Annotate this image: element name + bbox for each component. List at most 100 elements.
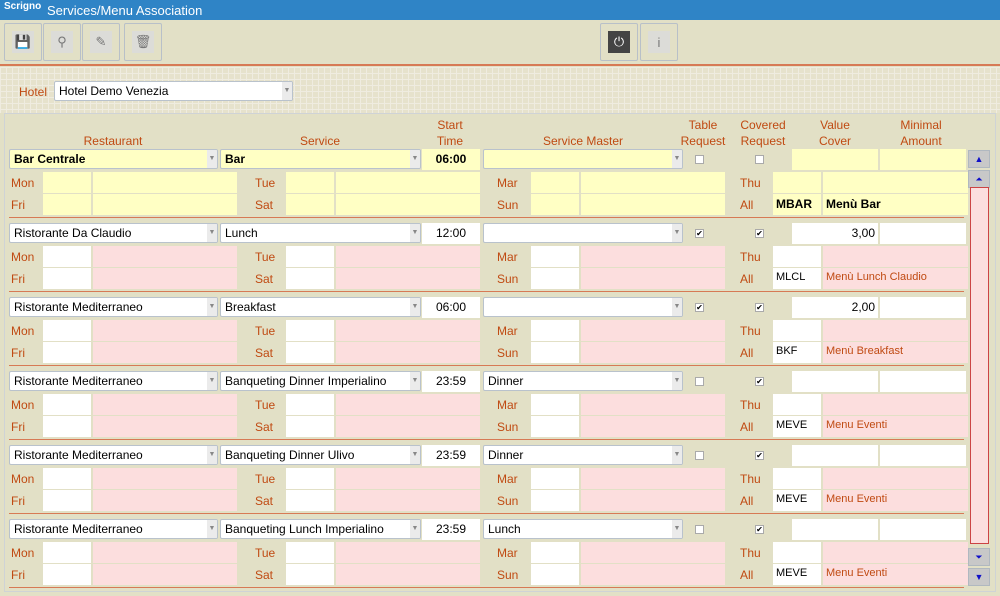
day-menu-sat[interactable] [336, 490, 480, 511]
day-code-sat[interactable] [286, 490, 334, 511]
day-menu-mar[interactable] [581, 394, 725, 415]
table-request-checkbox[interactable] [695, 155, 704, 164]
scroll-first-button[interactable]: ▲ [968, 150, 990, 168]
power-button[interactable]: ⏻ [600, 23, 638, 61]
day-code-mar[interactable] [531, 246, 579, 267]
day-menu-mon[interactable] [93, 172, 237, 193]
covered-request-checkbox[interactable]: ✔ [755, 451, 764, 460]
day-code-fri[interactable] [43, 416, 91, 437]
day-menu-thu[interactable] [823, 172, 968, 193]
master-select[interactable]: ▼ [483, 149, 683, 169]
day-menu-mar[interactable] [581, 320, 725, 341]
day-code-mar[interactable] [531, 468, 579, 489]
value-cover-field[interactable] [792, 519, 878, 540]
restaurant-select[interactable]: Ristorante Mediterraneo ▼ [9, 371, 218, 391]
start-time-field[interactable]: 06:00 [422, 297, 480, 318]
day-code-mon[interactable] [43, 468, 91, 489]
day-code-fri[interactable] [43, 194, 91, 215]
day-menu-sun[interactable] [581, 194, 725, 215]
day-menu-all[interactable]: Menu Eventi [823, 416, 968, 437]
day-menu-sun[interactable] [581, 416, 725, 437]
day-menu-thu[interactable] [823, 394, 968, 415]
day-code-tue[interactable] [286, 542, 334, 563]
day-code-mon[interactable] [43, 320, 91, 341]
day-code-all[interactable]: BKF [773, 342, 821, 363]
day-menu-tue[interactable] [336, 542, 480, 563]
day-menu-tue[interactable] [336, 172, 480, 193]
edit-button[interactable]: ✎ [82, 23, 120, 61]
day-code-mon[interactable] [43, 394, 91, 415]
info-button[interactable]: i [640, 23, 678, 61]
day-code-sun[interactable] [531, 268, 579, 289]
scroll-last-button[interactable]: ▼ [968, 568, 990, 586]
scroll-page-down-button[interactable]: ⏷ [968, 548, 990, 566]
scrollbar-track[interactable] [970, 187, 989, 544]
day-code-sat[interactable] [286, 194, 334, 215]
day-code-sat[interactable] [286, 416, 334, 437]
day-code-mon[interactable] [43, 246, 91, 267]
day-menu-fri[interactable] [93, 342, 237, 363]
start-time-field[interactable]: 06:00 [422, 149, 480, 170]
day-code-thu[interactable] [773, 320, 821, 341]
value-cover-field[interactable] [792, 445, 878, 466]
day-menu-mon[interactable] [93, 246, 237, 267]
day-code-fri[interactable] [43, 564, 91, 585]
service-select[interactable]: Banqueting Dinner Imperialino ▼ [220, 371, 421, 391]
day-menu-thu[interactable] [823, 320, 968, 341]
start-time-field[interactable]: 12:00 [422, 223, 480, 244]
day-menu-mon[interactable] [93, 394, 237, 415]
save-button[interactable]: 💾 [4, 23, 42, 61]
day-code-thu[interactable] [773, 542, 821, 563]
day-code-thu[interactable] [773, 246, 821, 267]
day-menu-mon[interactable] [93, 468, 237, 489]
day-menu-mar[interactable] [581, 542, 725, 563]
covered-request-checkbox[interactable]: ✔ [755, 303, 764, 312]
master-select[interactable]: Dinner ▼ [483, 445, 683, 465]
value-cover-field[interactable]: 3,00 [792, 223, 878, 244]
day-code-fri[interactable] [43, 342, 91, 363]
value-cover-field[interactable]: 2,00 [792, 297, 878, 318]
day-menu-all[interactable]: Menù Bar [823, 194, 968, 215]
day-code-all[interactable]: MEVE [773, 564, 821, 585]
day-code-mar[interactable] [531, 394, 579, 415]
day-menu-fri[interactable] [93, 194, 237, 215]
table-request-checkbox[interactable]: ✔ [695, 303, 704, 312]
service-select[interactable]: Breakfast ▼ [220, 297, 421, 317]
day-menu-sat[interactable] [336, 564, 480, 585]
table-request-checkbox[interactable]: ✔ [695, 229, 704, 238]
covered-request-checkbox[interactable]: ✔ [755, 229, 764, 238]
day-code-mar[interactable] [531, 320, 579, 341]
master-select[interactable]: Lunch ▼ [483, 519, 683, 539]
day-menu-mon[interactable] [93, 542, 237, 563]
day-code-sun[interactable] [531, 416, 579, 437]
minimal-amount-field[interactable] [880, 297, 966, 318]
day-menu-sat[interactable] [336, 268, 480, 289]
covered-request-checkbox[interactable] [755, 155, 764, 164]
day-menu-sat[interactable] [336, 342, 480, 363]
day-menu-all[interactable]: Menu Eventi [823, 490, 968, 511]
day-code-thu[interactable] [773, 172, 821, 193]
day-code-fri[interactable] [43, 490, 91, 511]
day-menu-sun[interactable] [581, 490, 725, 511]
delete-button[interactable]: 🗑 [124, 23, 162, 61]
day-menu-sun[interactable] [581, 564, 725, 585]
day-code-sun[interactable] [531, 194, 579, 215]
day-code-sun[interactable] [531, 342, 579, 363]
day-menu-tue[interactable] [336, 246, 480, 267]
master-select[interactable]: Dinner ▼ [483, 371, 683, 391]
day-code-all[interactable]: MLCL [773, 268, 821, 289]
hotel-select[interactable]: Hotel Demo Venezia ▼ [54, 81, 293, 101]
day-menu-all[interactable]: Menù Breakfast [823, 342, 968, 363]
day-menu-tue[interactable] [336, 394, 480, 415]
day-menu-fri[interactable] [93, 268, 237, 289]
day-menu-tue[interactable] [336, 468, 480, 489]
service-select[interactable]: Bar ▼ [220, 149, 421, 169]
day-code-sun[interactable] [531, 490, 579, 511]
day-menu-fri[interactable] [93, 416, 237, 437]
table-request-checkbox[interactable] [695, 377, 704, 386]
day-menu-sun[interactable] [581, 342, 725, 363]
day-code-tue[interactable] [286, 320, 334, 341]
service-select[interactable]: Banqueting Lunch Imperialino ▼ [220, 519, 421, 539]
day-menu-tue[interactable] [336, 320, 480, 341]
restaurant-select[interactable]: Ristorante Da Claudio ▼ [9, 223, 218, 243]
